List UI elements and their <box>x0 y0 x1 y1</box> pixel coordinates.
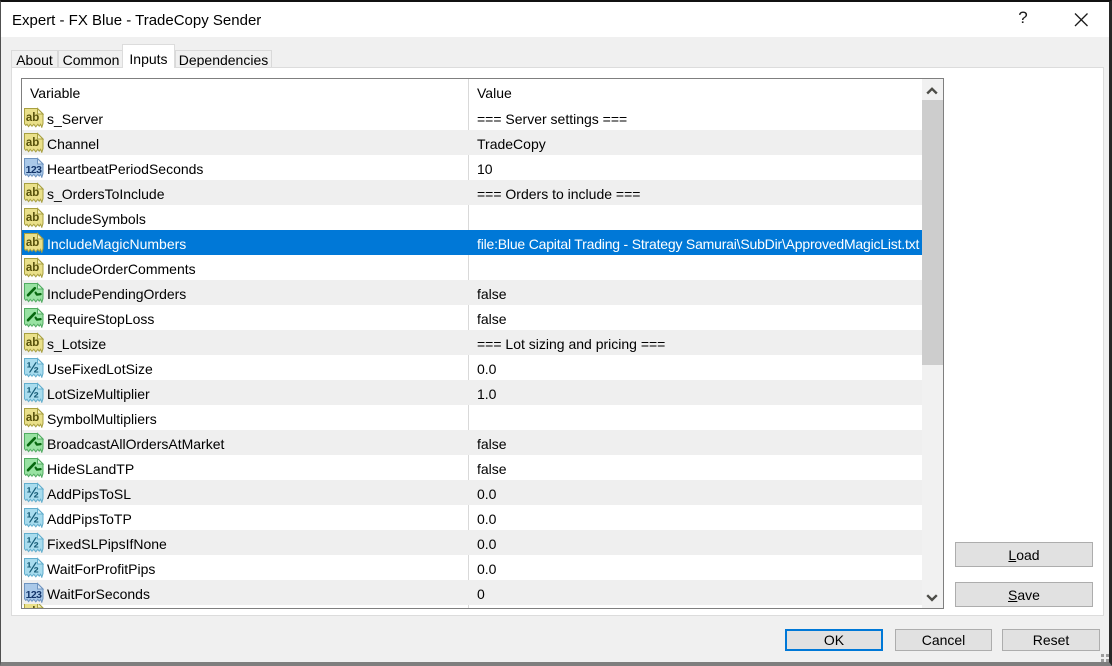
svg-text:ab: ab <box>26 262 39 274</box>
svg-text:ab: ab <box>26 237 39 249</box>
svg-text:ab: ab <box>26 606 39 608</box>
svg-text:½: ½ <box>27 559 40 576</box>
svg-text:½: ½ <box>27 509 40 526</box>
svg-text:123: 123 <box>26 164 42 176</box>
svg-text:ab: ab <box>26 412 39 424</box>
svg-text:½: ½ <box>27 534 40 551</box>
svg-text:½: ½ <box>27 384 40 401</box>
svg-text:ab: ab <box>26 112 39 124</box>
svg-text:ab: ab <box>26 337 39 349</box>
svg-text:ab: ab <box>26 212 39 224</box>
svg-text:ab: ab <box>26 137 39 149</box>
svg-text:123: 123 <box>26 589 42 601</box>
svg-text:ab: ab <box>26 187 39 199</box>
svg-text:½: ½ <box>27 484 40 501</box>
svg-text:½: ½ <box>27 359 40 376</box>
